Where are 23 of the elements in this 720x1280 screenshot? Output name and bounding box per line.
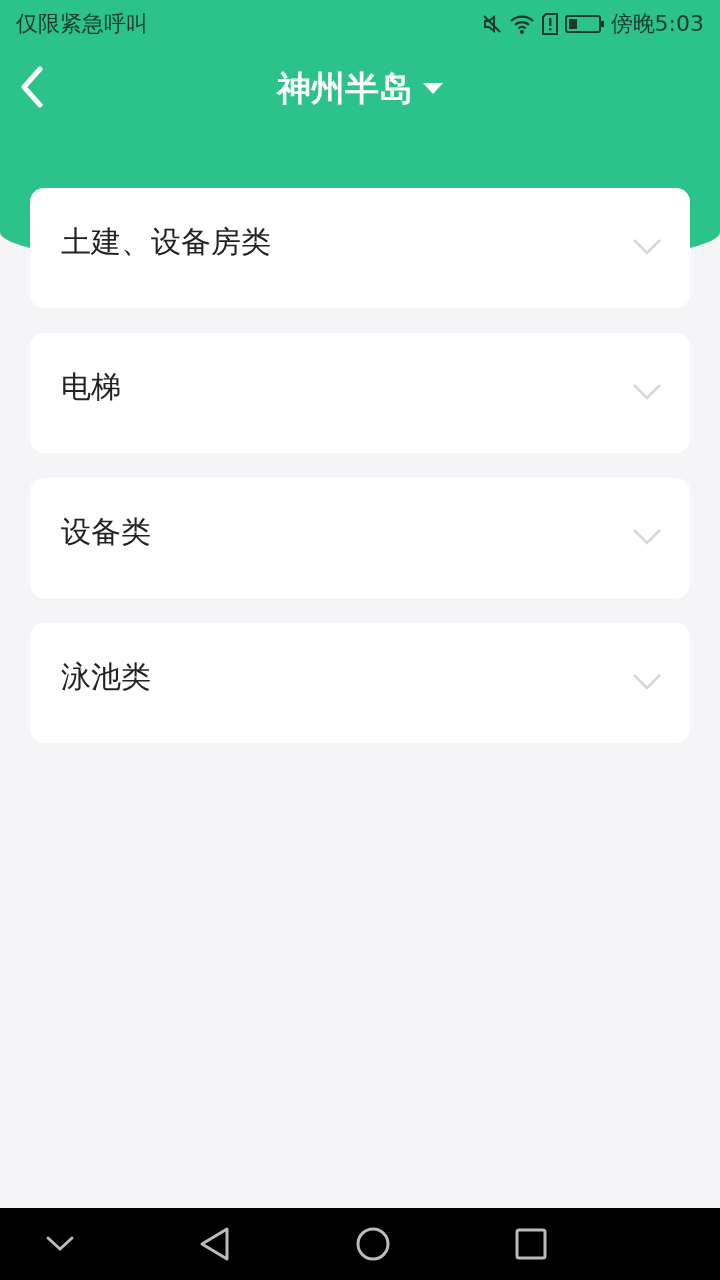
caret-icon [423, 83, 443, 95]
chevron-icon [632, 238, 662, 256]
category-card[interactable]: 设备类 [30, 478, 690, 598]
battery-icon [564, 13, 605, 35]
chevron-icon [632, 383, 662, 401]
category-label: 土建、设备房类 [61, 223, 271, 261]
home-icon[interactable] [355, 1226, 391, 1262]
carrier-text: 仅限紧急呼叫 [16, 10, 148, 38]
back-icon[interactable] [199, 1226, 231, 1262]
hide-icon[interactable] [45, 1235, 75, 1253]
category-label: 电梯 [61, 368, 121, 406]
sim-alert-icon [540, 13, 559, 35]
category-label: 泳池类 [61, 658, 151, 696]
mute-icon [480, 13, 503, 35]
chevron-icon [632, 528, 662, 546]
category-card[interactable]: 泳池类 [30, 623, 690, 743]
time-text: 傍晚5:03 [610, 10, 704, 38]
chevron-icon [632, 673, 662, 691]
category-card[interactable]: 土建、设备房类 [30, 188, 690, 308]
category-label: 设备类 [61, 513, 151, 551]
recents-icon[interactable] [515, 1228, 547, 1260]
wifi-icon [508, 13, 535, 35]
category-card[interactable]: 电梯 [30, 333, 690, 453]
